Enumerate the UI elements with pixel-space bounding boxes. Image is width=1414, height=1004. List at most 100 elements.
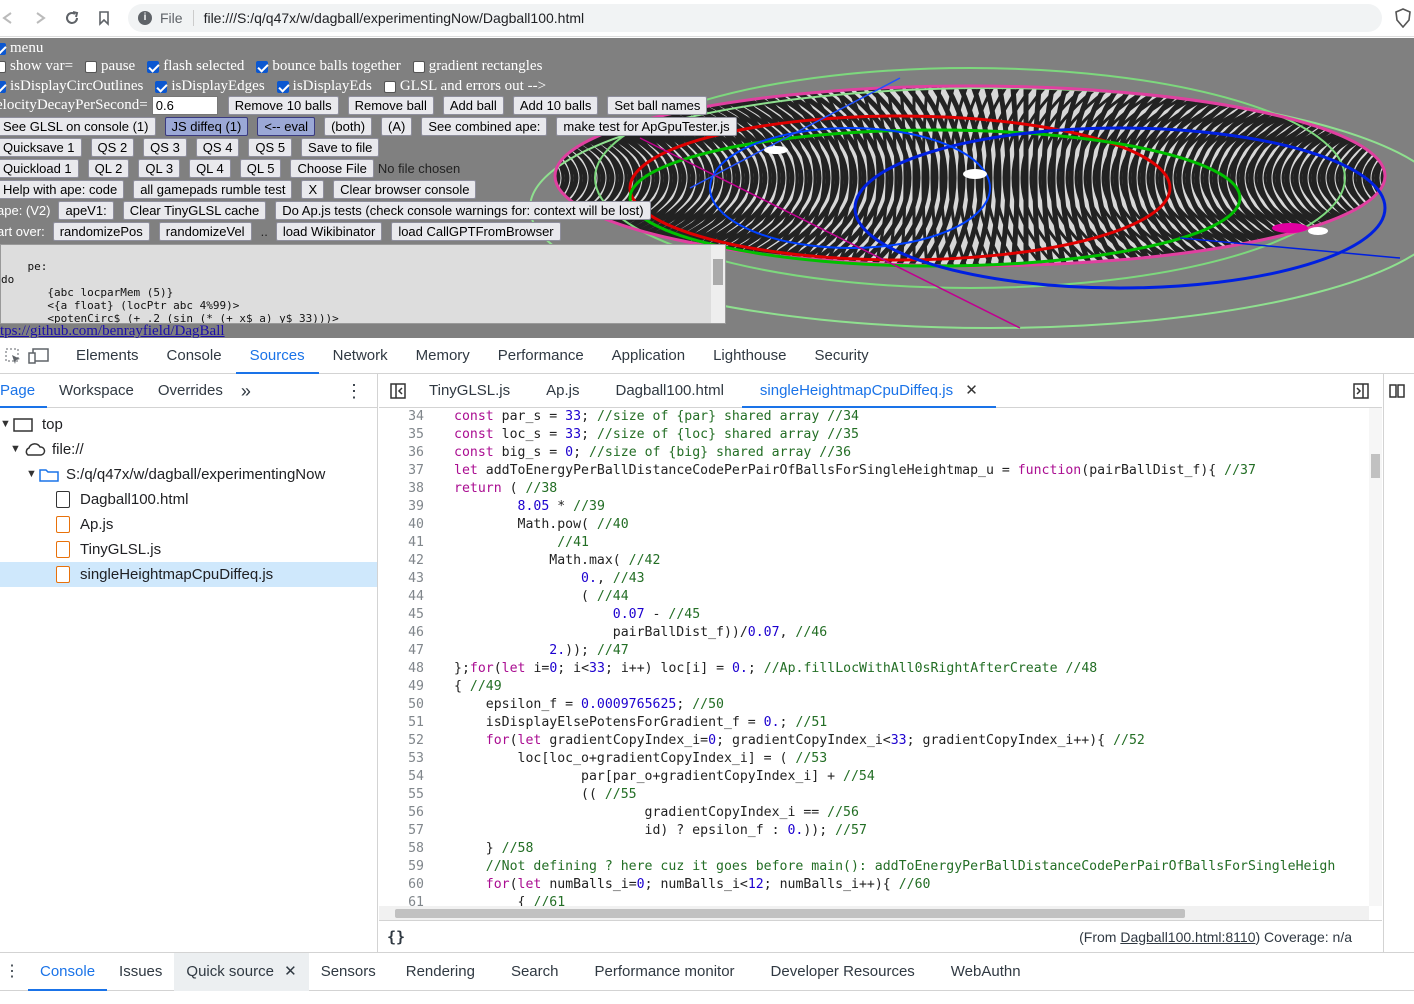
code-line[interactable]: 37 let addToEnergyPerBallDistanceCodePerP… bbox=[379, 462, 1256, 480]
line-number[interactable]: 46 bbox=[379, 624, 424, 642]
toggle-navigator-icon[interactable] bbox=[385, 373, 411, 409]
expand-icon[interactable]: ▼ bbox=[10, 437, 22, 462]
quickload-1-button[interactable]: Quickload 1 bbox=[0, 159, 79, 178]
both-button[interactable]: (both) bbox=[324, 117, 373, 136]
ql-5-button[interactable]: QL 5 bbox=[239, 159, 282, 178]
code-line[interactable]: 38 return ( //38 bbox=[379, 480, 557, 498]
tree-item-top[interactable]: ▼ top bbox=[0, 412, 377, 437]
drawer-tab-console[interactable]: Console bbox=[28, 953, 108, 991]
drawer-tab-webauthn[interactable]: WebAuthn bbox=[933, 953, 1039, 991]
clear-tinyglsl-cache-button[interactable]: Clear TinyGLSL cache bbox=[122, 201, 267, 220]
line-number[interactable]: 48 bbox=[379, 660, 424, 678]
choose-file-button[interactable]: Choose File bbox=[290, 159, 374, 178]
randomize-vel-button[interactable]: randomizeVel bbox=[158, 222, 252, 241]
code-line[interactable]: 44 ( //44 bbox=[379, 588, 629, 606]
line-number[interactable]: 39 bbox=[379, 498, 424, 516]
remove-10-balls-button[interactable]: Remove 10 balls bbox=[227, 96, 339, 115]
circ-outlines-checkbox[interactable] bbox=[0, 80, 6, 93]
tab-memory[interactable]: Memory bbox=[402, 338, 484, 374]
drawer-tab-sensors[interactable]: Sensors bbox=[309, 953, 388, 991]
line-number[interactable]: 47 bbox=[379, 642, 424, 660]
code-line[interactable]: 51 isDisplayElsePotensForGradient_f = 0.… bbox=[379, 714, 827, 732]
code-line[interactable]: 58 } //58 bbox=[379, 840, 533, 858]
code-line[interactable]: 34 const par_s = 33; //size of {par} shar… bbox=[379, 408, 859, 426]
code-line[interactable]: 45 0.07 - //45 bbox=[379, 606, 700, 624]
line-number[interactable]: 61 bbox=[379, 894, 424, 906]
editor-tab-tinyglsl[interactable]: TinyGLSL.js bbox=[411, 374, 528, 408]
tab-page[interactable]: Page bbox=[0, 374, 48, 408]
editor-horizontal-scrollbar[interactable] bbox=[379, 906, 1369, 920]
brave-shield-icon[interactable] bbox=[1394, 8, 1412, 28]
ql-2-button[interactable]: QL 2 bbox=[87, 159, 130, 178]
inspect-element-icon[interactable] bbox=[0, 338, 26, 374]
drawer-tab-developer-resources[interactable]: Developer Resources bbox=[753, 953, 933, 991]
js-diffeq-button[interactable]: JS diffeq (1) bbox=[164, 117, 249, 136]
pause-checkbox[interactable] bbox=[85, 60, 98, 73]
device-toolbar-icon[interactable] bbox=[26, 338, 52, 374]
tab-overrides[interactable]: Overrides bbox=[146, 374, 235, 408]
velocity-input[interactable]: 0.6 bbox=[151, 96, 218, 115]
code-line[interactable]: 36 const big_s = 0; //size of {big} share… bbox=[379, 444, 851, 462]
a-button[interactable]: (A) bbox=[381, 117, 413, 136]
line-number[interactable]: 49 bbox=[379, 678, 424, 696]
line-number[interactable]: 51 bbox=[379, 714, 424, 732]
code-line[interactable]: 48};for(let i=0; i<33; i++) loc[i] = 0.;… bbox=[379, 660, 1097, 678]
code-line[interactable]: 42 Math.max( //42 bbox=[379, 552, 660, 570]
info-icon[interactable]: i bbox=[138, 11, 152, 25]
line-number[interactable]: 57 bbox=[379, 822, 424, 840]
line-number[interactable]: 52 bbox=[379, 732, 424, 750]
tree-item-folder[interactable]: ▼ S:/q/q47x/w/dagball/experimentingNow bbox=[26, 462, 377, 487]
code-line[interactable]: 57 id) ? epsilon_f : 0.)); //57 bbox=[379, 822, 867, 840]
expand-icon[interactable]: ▼ bbox=[0, 412, 12, 437]
tab-application[interactable]: Application bbox=[598, 338, 699, 374]
tab-performance[interactable]: Performance bbox=[484, 338, 598, 374]
tab-sources[interactable]: Sources bbox=[235, 338, 319, 374]
split-pane-icon[interactable] bbox=[1384, 374, 1410, 408]
code-line[interactable]: 50 epsilon_f = 0.0009765625; //50 bbox=[379, 696, 724, 714]
line-number[interactable]: 38 bbox=[379, 480, 424, 498]
drawer-tab-issues[interactable]: Issues bbox=[107, 953, 174, 991]
bounce-checkbox[interactable] bbox=[256, 60, 269, 73]
clear-console-button[interactable]: Clear browser console bbox=[333, 180, 477, 199]
code-line[interactable]: 35 const loc_s = 33; //size of {loc} shar… bbox=[379, 426, 859, 444]
save-to-file-button[interactable]: Save to file bbox=[301, 138, 380, 157]
line-number[interactable]: 56 bbox=[379, 804, 424, 822]
set-ball-names-button[interactable]: Set ball names bbox=[607, 96, 708, 115]
address-bar[interactable]: i File file:///S:/q/q47x/w/dagball/exper… bbox=[128, 4, 1382, 32]
code-view[interactable]: 34 const par_s = 33; //size of {par} shar… bbox=[379, 408, 1369, 906]
expand-icon[interactable]: ▼ bbox=[26, 462, 38, 487]
menu-checkbox[interactable] bbox=[0, 42, 6, 55]
add-10-balls-button[interactable]: Add 10 balls bbox=[512, 96, 599, 115]
ape-v1-button[interactable]: apeV1: bbox=[58, 201, 114, 220]
code-line[interactable]: 49 { //49 bbox=[379, 678, 502, 696]
line-number[interactable]: 53 bbox=[379, 750, 424, 768]
x-button[interactable]: X bbox=[301, 180, 325, 199]
line-number[interactable]: 55 bbox=[379, 786, 424, 804]
code-line[interactable]: 43 0., //43 bbox=[379, 570, 644, 588]
forward-icon[interactable] bbox=[24, 3, 56, 33]
drawer-tab-search[interactable]: Search bbox=[493, 953, 577, 991]
line-number[interactable]: 59 bbox=[379, 858, 424, 876]
line-number[interactable]: 36 bbox=[379, 444, 424, 462]
tree-item-file-scheme[interactable]: ▼ file:// bbox=[10, 437, 377, 462]
drawer-tab-rendering[interactable]: Rendering bbox=[388, 953, 493, 991]
editor-tab-apjs[interactable]: Ap.js bbox=[528, 374, 597, 408]
toggle-debugger-icon[interactable] bbox=[1348, 373, 1374, 409]
line-number[interactable]: 60 bbox=[379, 876, 424, 894]
editor-tab-dagball100[interactable]: Dagball100.html bbox=[598, 374, 742, 408]
code-line[interactable]: 41 //41 bbox=[379, 534, 589, 552]
qs-4-button[interactable]: QS 4 bbox=[195, 138, 240, 157]
eval-button[interactable]: <-- eval bbox=[257, 117, 316, 136]
tab-workspace[interactable]: Workspace bbox=[47, 374, 146, 408]
line-number[interactable]: 58 bbox=[379, 840, 424, 858]
line-number[interactable]: 37 bbox=[379, 462, 424, 480]
code-line[interactable]: 59 //Not defining ? here cuz it goes bef… bbox=[379, 858, 1335, 876]
help-ape-button[interactable]: Help with ape: code bbox=[0, 180, 125, 199]
line-number[interactable]: 50 bbox=[379, 696, 424, 714]
gamepad-rumble-button[interactable]: all gamepads rumble test bbox=[133, 180, 293, 199]
code-line[interactable]: 53 loc[loc_o+gradientCopyIndex_i] = ( //… bbox=[379, 750, 827, 768]
code-line[interactable]: 54 par[par_o+gradientCopyIndex_i] + //54 bbox=[379, 768, 875, 786]
display-eds-checkbox[interactable] bbox=[276, 80, 289, 93]
ql-4-button[interactable]: QL 4 bbox=[189, 159, 231, 178]
code-line[interactable]: 61 { //61 bbox=[379, 894, 565, 906]
